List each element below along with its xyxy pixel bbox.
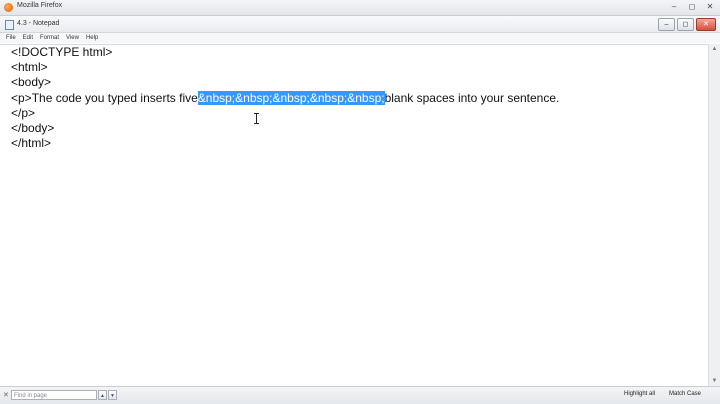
menu-edit[interactable]: Edit bbox=[23, 35, 33, 41]
text-editor-area[interactable]: <!DOCTYPE html> <html> <body> <p>The cod… bbox=[0, 44, 708, 387]
selected-text[interactable]: &nbsp;&nbsp;&nbsp;&nbsp;&nbsp; bbox=[197, 90, 385, 105]
find-next-button[interactable]: ▼ bbox=[108, 390, 117, 400]
highlight-all-checkbox[interactable]: Highlight all bbox=[624, 391, 655, 397]
find-bar: ✕ Find in page ▲ ▼ Highlight all Match C… bbox=[0, 386, 720, 404]
line-text-after-selection: blank spaces into your sentence. bbox=[384, 90, 560, 105]
firefox-close-button[interactable]: ✕ bbox=[702, 1, 718, 12]
menu-view[interactable]: View bbox=[66, 35, 79, 41]
find-in-page-input[interactable]: Find in page bbox=[11, 390, 97, 400]
find-previous-button[interactable]: ▲ bbox=[98, 390, 107, 400]
firefox-minimize-button[interactable]: – bbox=[666, 1, 682, 12]
editor-line: <html> bbox=[11, 60, 48, 75]
menu-file[interactable]: File bbox=[6, 35, 16, 41]
notepad-window-controls: – ◻ ✕ bbox=[658, 18, 716, 31]
vertical-scrollbar[interactable]: ▲ ▼ bbox=[708, 44, 720, 386]
editor-line: <body> bbox=[11, 75, 52, 90]
firefox-maximize-button[interactable]: ◻ bbox=[684, 1, 700, 12]
find-bar-close-icon[interactable]: ✕ bbox=[3, 391, 9, 399]
notepad-close-button[interactable]: ✕ bbox=[696, 18, 716, 31]
editor-line: <!DOCTYPE html> bbox=[11, 45, 113, 59]
editor-lines: <!DOCTYPE html> <html> <body> <p>The cod… bbox=[11, 45, 559, 151]
firefox-window-title: Mozilla Firefox bbox=[17, 2, 63, 9]
notepad-title-bar: 4.3 - Notepad – ◻ ✕ bbox=[0, 16, 720, 33]
menu-format[interactable]: Format bbox=[40, 35, 59, 41]
menu-bar: File Edit Format View Help bbox=[0, 33, 720, 43]
firefox-title-bar: Mozilla Firefox – ◻ ✕ bbox=[0, 0, 720, 16]
notepad-window-title: 4.3 - Notepad bbox=[17, 20, 60, 27]
notepad-icon bbox=[5, 20, 14, 30]
editor-line: </p> bbox=[11, 105, 36, 120]
notepad-minimize-button[interactable]: – bbox=[658, 18, 675, 31]
match-case-checkbox[interactable]: Match Case bbox=[669, 391, 701, 397]
editor-line: </html> bbox=[11, 136, 52, 151]
firefox-logo-icon bbox=[4, 3, 13, 12]
menu-help[interactable]: Help bbox=[86, 35, 98, 41]
scroll-up-arrow-icon[interactable]: ▲ bbox=[709, 44, 720, 54]
editor-line: </body> bbox=[11, 120, 55, 135]
notepad-maximize-button[interactable]: ◻ bbox=[677, 18, 694, 31]
editor-line: <p>The code you typed inserts five&nbsp;… bbox=[11, 90, 560, 106]
text-cursor-icon bbox=[254, 113, 260, 124]
line-text-before-selection: <p>The code you typed inserts five bbox=[11, 90, 198, 105]
scroll-down-arrow-icon[interactable]: ▼ bbox=[709, 376, 720, 386]
